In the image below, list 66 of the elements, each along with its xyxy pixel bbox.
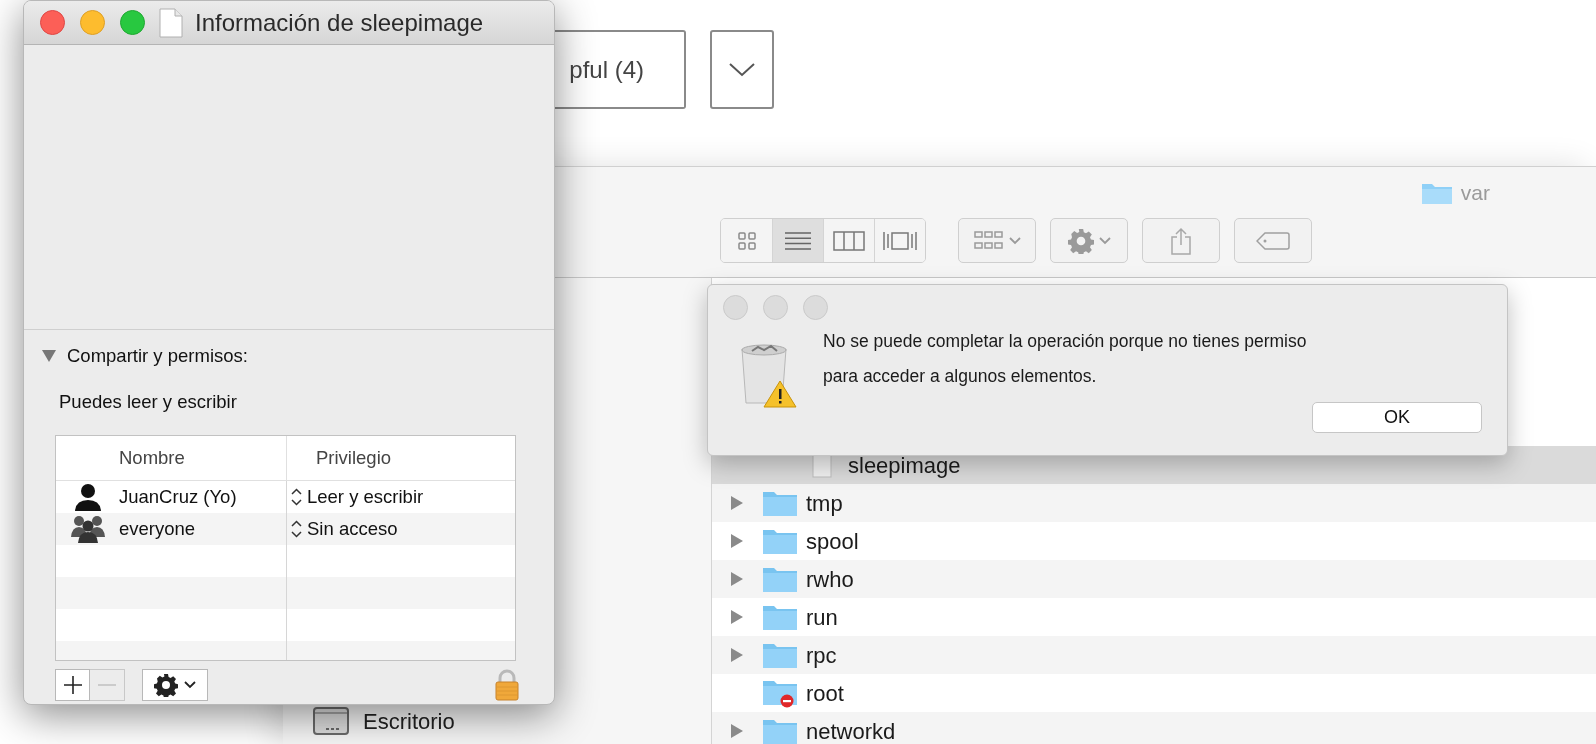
- section-disclosure[interactable]: Compartir y permisos:: [41, 342, 248, 370]
- folder-icon: [762, 641, 798, 669]
- ok-button[interactable]: OK: [1312, 402, 1482, 433]
- settings-icon: [1067, 227, 1094, 254]
- view-mode-tab[interactable]: [772, 219, 823, 262]
- sidebar-item[interactable]: Escritorio: [313, 706, 455, 736]
- caret-icon: [1008, 236, 1021, 245]
- zoom-button[interactable]: [120, 10, 145, 35]
- column-view-icon: [833, 230, 865, 251]
- view-mode-tab[interactable]: [874, 219, 925, 262]
- lock-icon[interactable]: [494, 668, 520, 701]
- restricted-folder-icon: [762, 678, 798, 708]
- disclosure-triangle-icon[interactable]: [730, 723, 744, 739]
- dropdown-button[interactable]: [710, 30, 774, 109]
- person-icon: [72, 481, 103, 512]
- caret-icon: [1098, 236, 1111, 245]
- user-name: everyone: [119, 516, 196, 541]
- icon-view-icon: [736, 230, 757, 251]
- column-header[interactable]: Privilegio: [287, 435, 515, 480]
- gallery-view-icon: [882, 229, 918, 252]
- minus-icon: [97, 682, 117, 687]
- disclosure-triangle-icon[interactable]: [730, 609, 744, 625]
- plus-icon: [62, 674, 83, 695]
- file-row[interactable]: tmp: [712, 484, 1596, 522]
- grid-icon: [973, 230, 1004, 251]
- close-button[interactable]: [40, 10, 65, 35]
- filter-button[interactable]: pful (4): [555, 30, 686, 109]
- disclosure-triangle-icon[interactable]: [730, 495, 744, 511]
- up-down-arrows-icon: [291, 519, 302, 538]
- privilege-popup[interactable]: Sin acceso: [291, 514, 398, 543]
- file-row[interactable]: rwho: [712, 560, 1596, 598]
- file-row[interactable]: networkd: [712, 712, 1596, 744]
- tag-icon: [1256, 231, 1290, 250]
- tags-button[interactable]: [1234, 218, 1312, 263]
- column-header[interactable]: Nombre: [56, 435, 287, 480]
- folder-icon: [762, 717, 798, 744]
- alert-message: No se puede completar la operación porque no tienes permiso para acceder a algunos elementos.: [823, 330, 1308, 388]
- folder-icon: [762, 489, 798, 517]
- permission-summary: Puedes leer y escribir: [59, 389, 238, 414]
- arrange-button[interactable]: [958, 218, 1036, 263]
- settings-icon: [154, 672, 178, 697]
- trash-warning-icon: [738, 341, 798, 408]
- list-view-icon: [784, 230, 812, 251]
- file-row[interactable]: rpc: [712, 636, 1596, 674]
- folder-icon: [762, 565, 798, 593]
- chevron-down-icon: [729, 62, 755, 77]
- action-button[interactable]: [142, 668, 208, 701]
- add-button[interactable]: [55, 668, 90, 701]
- disclosure-triangle-icon[interactable]: [730, 533, 744, 549]
- folder-icon: [762, 603, 798, 631]
- disclosure-triangle-icon[interactable]: [730, 647, 744, 663]
- disclosure-triangle-icon: [41, 348, 57, 363]
- group-icon: [70, 514, 105, 543]
- window-title: var: [1460, 180, 1490, 206]
- window-title: Información de sleepimage: [195, 7, 484, 38]
- document-icon: [159, 7, 183, 38]
- caret-icon: [184, 680, 196, 689]
- user-name: JuanCruz (Yo): [119, 484, 237, 509]
- up-down-arrows-icon: [291, 487, 302, 506]
- share-button[interactable]: [1142, 218, 1220, 263]
- privilege-popup[interactable]: Leer y escribir: [291, 482, 424, 511]
- folder-icon: [762, 527, 798, 555]
- display-icon: [313, 707, 349, 735]
- share-icon: [1170, 226, 1192, 255]
- minimize-button[interactable]: [80, 10, 105, 35]
- disclosure-triangle-icon[interactable]: [730, 571, 744, 587]
